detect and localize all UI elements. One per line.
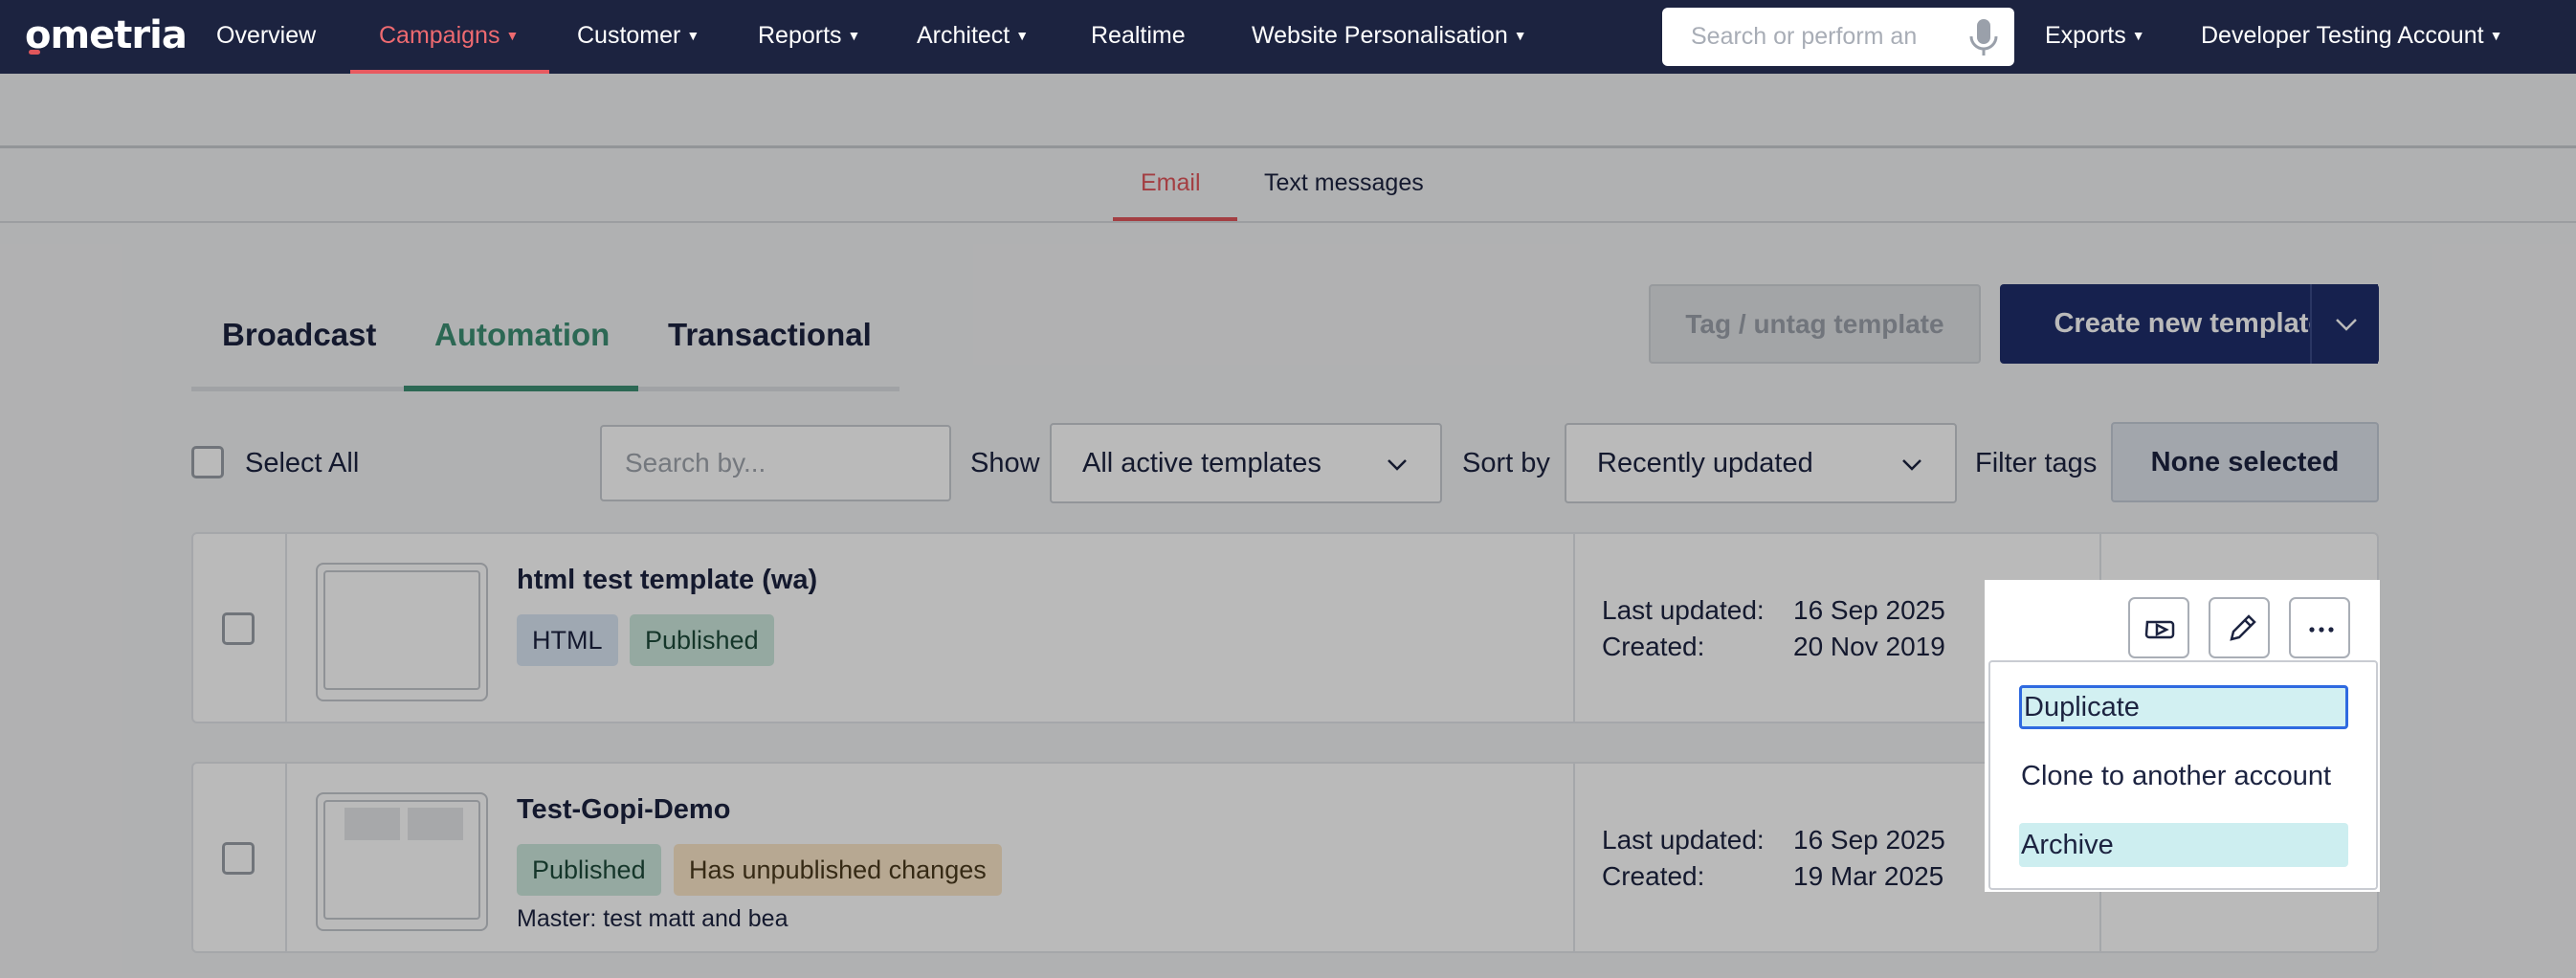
caret-down-icon: ▼ — [1513, 28, 1527, 43]
more-options-menu: Duplicate Clone to another account Archi… — [1988, 660, 2378, 890]
caret-down-icon: ▼ — [2131, 28, 2145, 43]
menu-item-clone-to-another-account[interactable]: Clone to another account — [2019, 754, 2348, 798]
nav-exports[interactable]: Exports ▼ — [2045, 0, 2145, 74]
caret-down-icon: ▼ — [1015, 28, 1030, 43]
more-horizontal-icon — [2309, 627, 2334, 633]
nav-customer[interactable]: Customer ▼ — [577, 0, 700, 74]
menu-item-archive[interactable]: Archive — [2019, 823, 2348, 867]
global-search — [1662, 8, 2014, 66]
menu-item-duplicate[interactable]: Duplicate — [2019, 685, 2348, 729]
caret-down-icon: ▼ — [686, 28, 700, 43]
microphone-icon[interactable] — [1965, 17, 2003, 57]
logo-accent — [29, 50, 40, 55]
nav-realtime[interactable]: Realtime — [1091, 0, 1186, 74]
account-menu[interactable]: Developer Testing Account ▼ — [2201, 0, 2502, 74]
edit-button[interactable] — [2209, 597, 2270, 658]
more-options-button[interactable] — [2289, 597, 2350, 658]
global-search-input[interactable] — [1662, 8, 1959, 66]
ometria-logo[interactable]: ometria — [25, 13, 188, 57]
row-actions-popup: Duplicate Clone to another account Archi… — [1985, 580, 2380, 892]
caret-down-icon: ▼ — [847, 28, 861, 43]
preview-button[interactable] — [2128, 597, 2189, 658]
nav-campaigns[interactable]: Campaigns ▼ — [379, 0, 519, 74]
preview-play-icon — [2144, 620, 2175, 639]
top-nav: ometria Overview Campaigns ▼ Customer ▼ Re… — [0, 0, 2576, 74]
nav-website-personalisation[interactable]: Website Personalisation ▼ — [1252, 0, 1527, 74]
caret-down-icon: ▼ — [2489, 28, 2503, 43]
nav-architect[interactable]: Architect ▼ — [917, 0, 1029, 74]
pencil-icon — [2230, 614, 2256, 641]
caret-down-icon: ▼ — [505, 28, 520, 43]
nav-reports[interactable]: Reports ▼ — [758, 0, 860, 74]
nav-overview[interactable]: Overview — [216, 0, 316, 74]
